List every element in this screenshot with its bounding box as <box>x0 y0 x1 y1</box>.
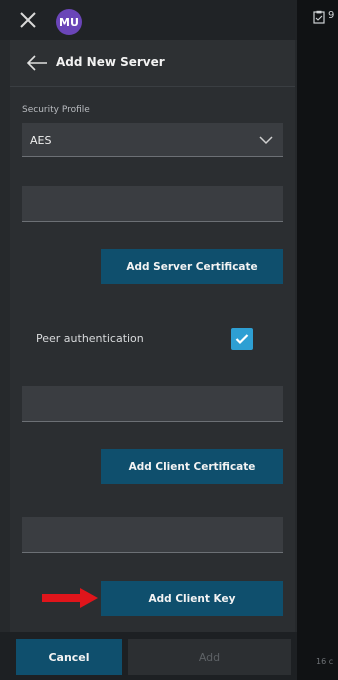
add-button[interactable]: Add <box>128 639 291 675</box>
add-client-certificate-button[interactable]: Add Client Certificate <box>101 449 283 484</box>
server-certificate-field[interactable] <box>22 186 283 222</box>
add-server-panel: MU Add New Server Security Profile AES A… <box>0 0 297 680</box>
security-profile-select[interactable]: AES <box>22 123 283 157</box>
clipboard-icon <box>313 10 325 24</box>
security-profile-value: AES <box>30 134 52 147</box>
security-profile-label: Security Profile <box>22 105 90 115</box>
background-count: 9 <box>328 10 335 21</box>
add-client-key-button[interactable]: Add Client Key <box>101 581 283 616</box>
chevron-down-icon <box>259 136 273 145</box>
arrow-left-icon[interactable] <box>26 54 48 72</box>
client-certificate-field[interactable] <box>22 386 283 422</box>
background-text: 16 c <box>316 657 334 666</box>
page-header: Add New Server <box>10 40 295 87</box>
peer-authentication-checkbox[interactable] <box>231 328 253 350</box>
footer-bar: Cancel Add <box>0 632 297 680</box>
cancel-button[interactable]: Cancel <box>16 639 122 675</box>
client-key-field[interactable] <box>22 517 283 553</box>
close-icon[interactable] <box>18 10 38 30</box>
server-form: Security Profile AES Add Server Certific… <box>10 87 295 632</box>
checkmark-icon <box>235 334 249 345</box>
top-bar: MU <box>0 0 297 40</box>
page-title: Add New Server <box>56 55 165 69</box>
avatar[interactable]: MU <box>56 9 82 35</box>
red-arrow-icon <box>42 588 98 608</box>
add-server-certificate-button[interactable]: Add Server Certificate <box>101 249 283 284</box>
peer-authentication-label: Peer authentication <box>36 332 144 345</box>
